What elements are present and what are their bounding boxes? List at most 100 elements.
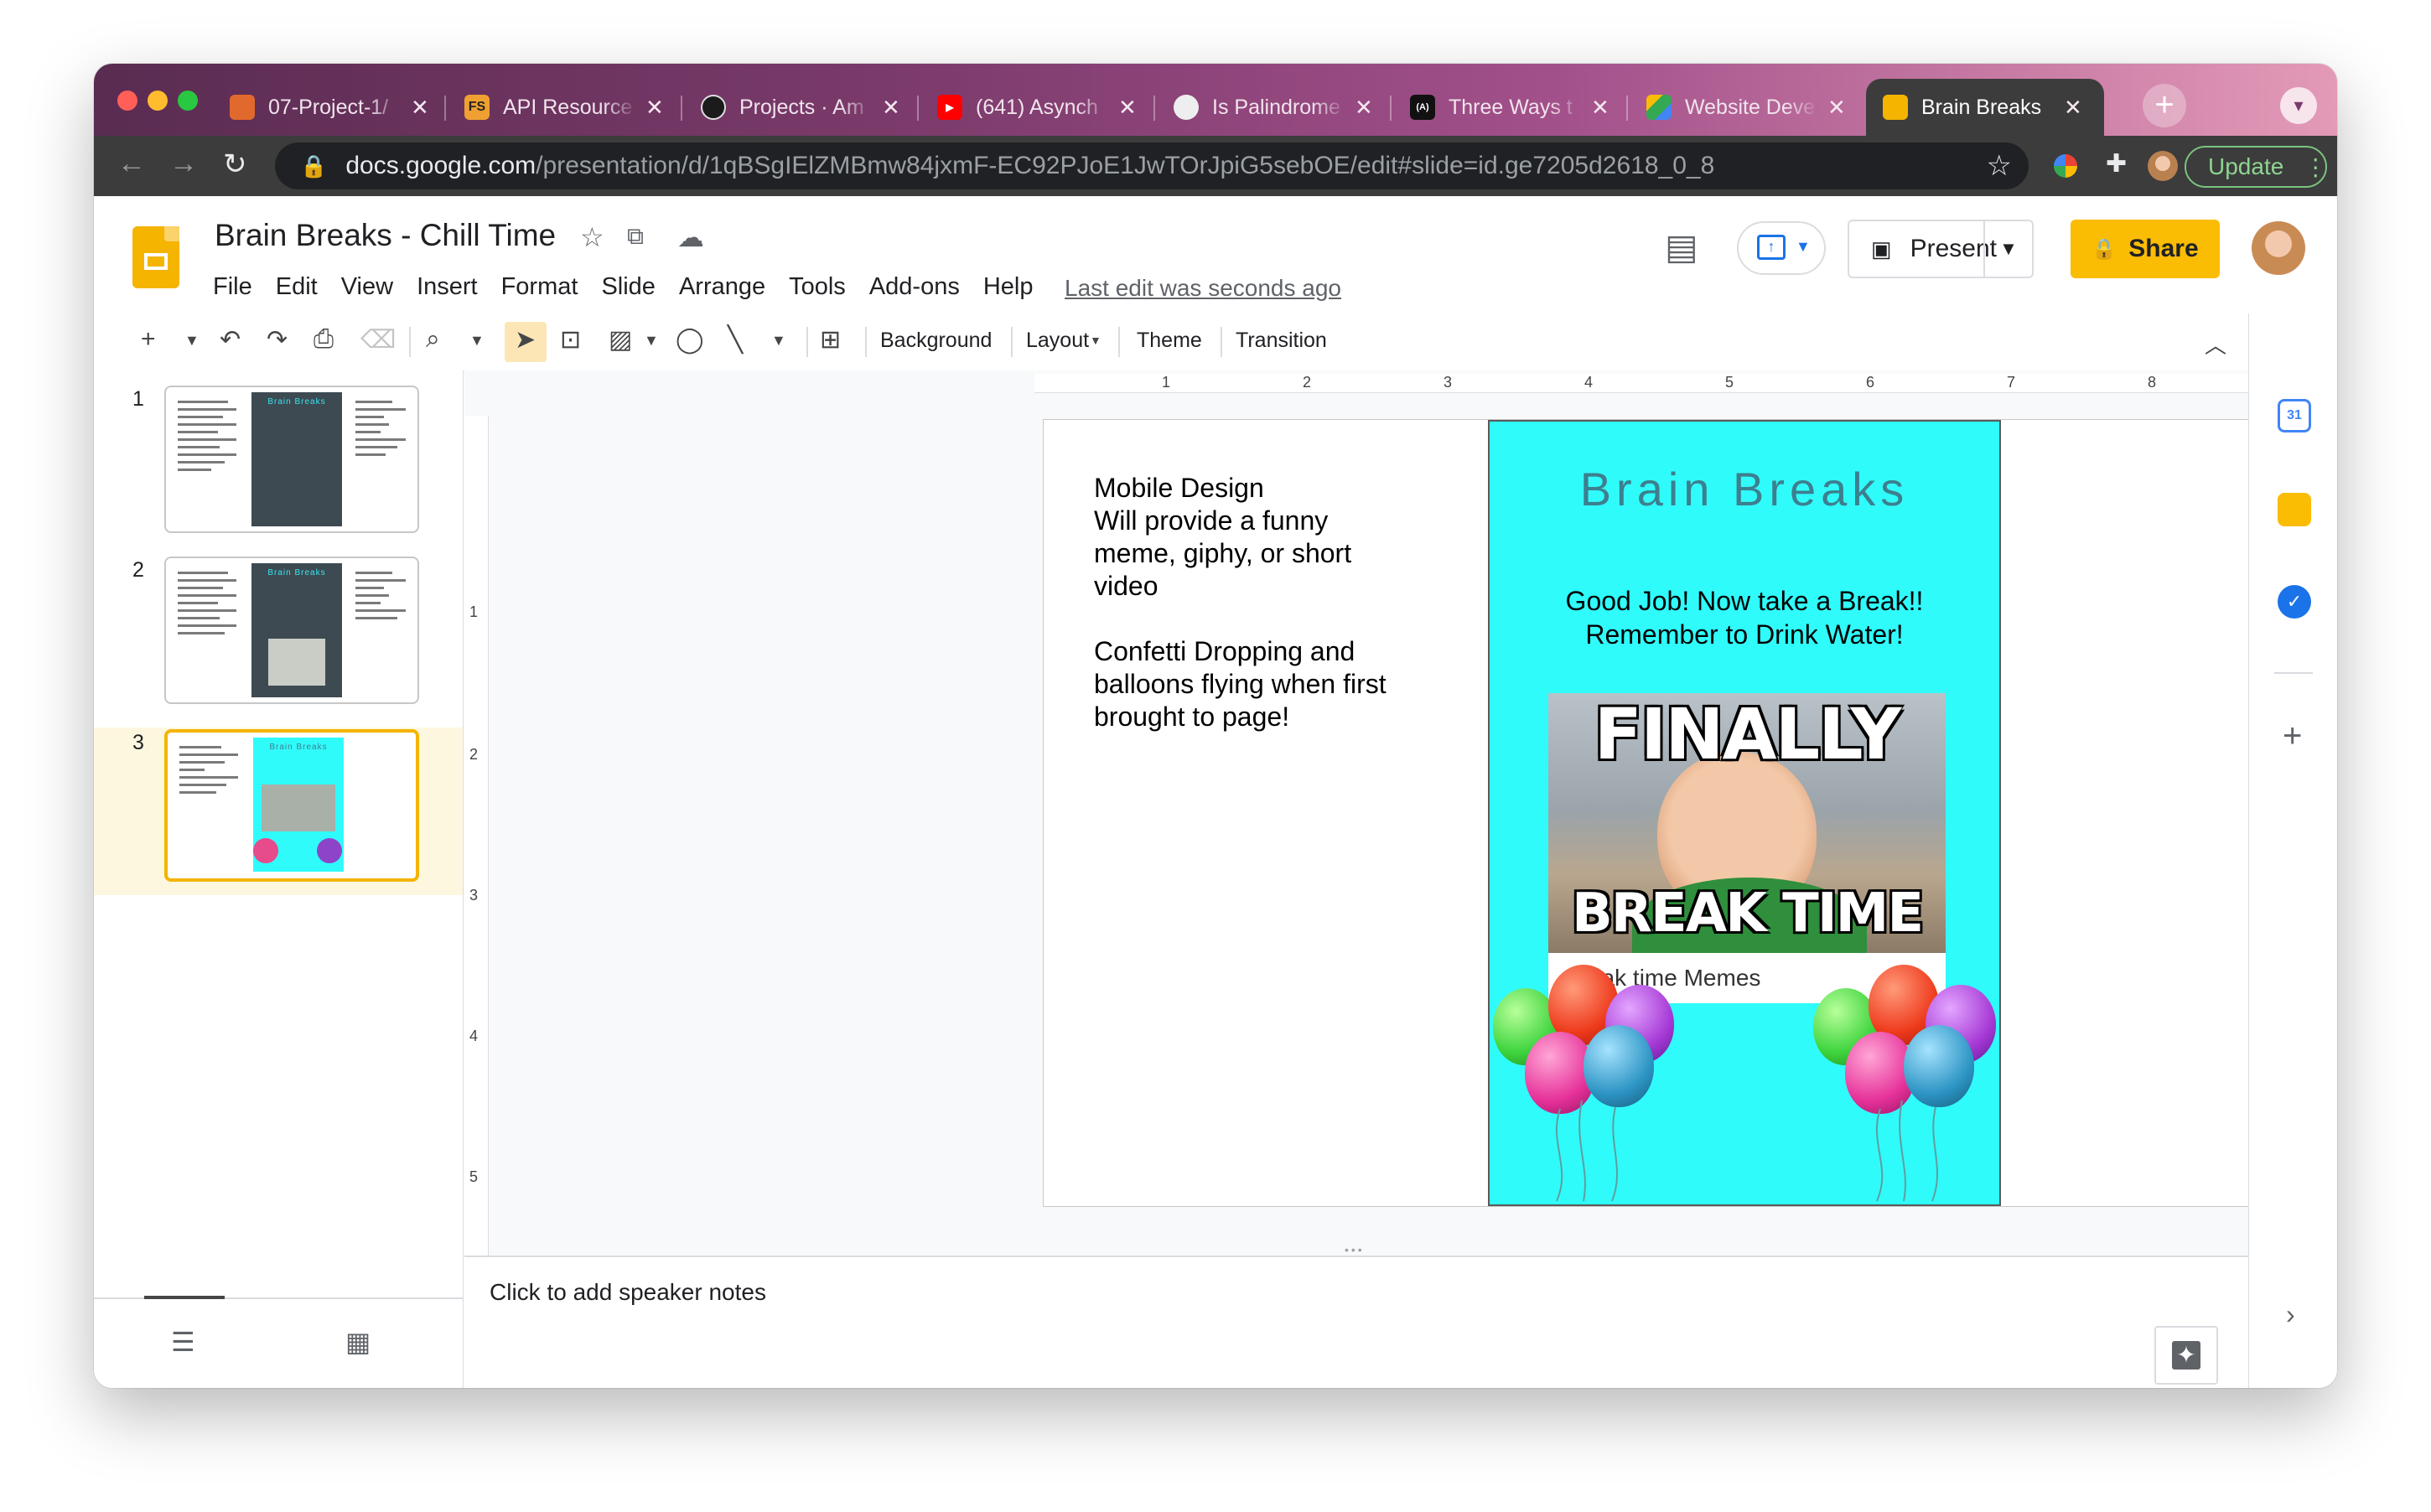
document-title[interactable]: Brain Breaks - Chill Time bbox=[215, 218, 556, 253]
chevron-down-icon[interactable]: ▼ bbox=[184, 332, 200, 350]
menu-help[interactable]: Help bbox=[983, 273, 1034, 301]
tab-search-icon[interactable]: ▾ bbox=[2280, 87, 2317, 124]
browser-tab-active[interactable]: Brain Breaks ✕ bbox=[1866, 79, 2104, 136]
expand-panel-chevron-icon[interactable]: › bbox=[2286, 1299, 2295, 1330]
close-tab-icon[interactable]: ✕ bbox=[882, 95, 900, 121]
add-addon-plus-icon[interactable]: + bbox=[2283, 717, 2302, 755]
slide-number: 3 bbox=[132, 731, 144, 754]
editing-toolbar: + ▼ ↶ ↷ ⎙ ⌫ ⌕ ▼ ➤ ⊡ ▨ ▼ ◯ ╲ ▼ ⊞ Backgrou… bbox=[94, 313, 2248, 371]
phone-mockup[interactable]: Brain Breaks Good Job! Now take a Break!… bbox=[1488, 420, 2001, 1206]
menu-slide[interactable]: Slide bbox=[601, 273, 656, 301]
minimize-window-button[interactable] bbox=[148, 91, 168, 111]
undo-icon[interactable]: ↶ bbox=[220, 325, 241, 355]
background-button[interactable]: Background bbox=[880, 329, 992, 353]
slide-text-box[interactable]: Mobile Design Will provide a funny meme,… bbox=[1094, 472, 1387, 733]
menu-tools[interactable]: Tools bbox=[789, 273, 846, 301]
shape-icon[interactable]: ◯ bbox=[676, 325, 704, 355]
last-edit-link[interactable]: Last edit was seconds ago bbox=[1065, 275, 1341, 302]
extensions-puzzle-icon[interactable]: ✚ bbox=[2106, 149, 2127, 179]
notes-resize-handle[interactable]: ••• bbox=[1345, 1244, 1378, 1256]
add-comment-icon[interactable]: ⊞ bbox=[820, 325, 841, 355]
share-button[interactable]: 🔒 Share bbox=[2071, 220, 2220, 278]
collapse-toolbar-icon[interactable]: ︿ bbox=[2205, 329, 2226, 360]
present-button[interactable]: ▣ Present ▼ bbox=[1848, 220, 2034, 278]
slide-thumbnail-selected[interactable]: Brain Breaks bbox=[164, 729, 419, 882]
meme-image[interactable]: FINALLY BREAK TIME bbox=[1548, 693, 1946, 953]
browser-tab[interactable]: Projects · Am ✕ bbox=[684, 79, 919, 136]
lock-icon[interactable]: 🔒 bbox=[300, 153, 327, 179]
close-tab-icon[interactable]: ✕ bbox=[645, 95, 664, 121]
update-button[interactable]: Update ⋮ bbox=[2185, 146, 2327, 188]
close-tab-icon[interactable]: ✕ bbox=[2064, 95, 2082, 121]
speaker-notes-placeholder[interactable]: Click to add speaker notes bbox=[490, 1279, 766, 1306]
menu-addons[interactable]: Add-ons bbox=[869, 273, 960, 301]
url-bar[interactable]: 🔒 docs.google.com/presentation/d/1qBSgIE… bbox=[275, 142, 2029, 189]
chevron-down-icon[interactable]: ▼ bbox=[644, 332, 659, 350]
horizontal-ruler[interactable]: 1 2 3 4 5 6 7 8 9 bbox=[1034, 374, 2337, 393]
zoom-icon[interactable]: ⌕ bbox=[426, 325, 440, 354]
bookmark-star-icon[interactable]: ☆ bbox=[1987, 149, 2012, 183]
print-icon[interactable]: ⎙ bbox=[314, 325, 334, 354]
maximize-window-button[interactable] bbox=[178, 91, 198, 111]
slides-logo-icon[interactable] bbox=[132, 226, 179, 288]
browser-tab[interactable]: Website Deve ✕ bbox=[1630, 79, 1864, 136]
thumbnail-title: Brain Breaks bbox=[267, 568, 326, 577]
slide-thumbnail[interactable]: Brain Breaks bbox=[164, 557, 419, 704]
chevron-down-icon[interactable]: ▼ bbox=[1090, 334, 1101, 347]
close-tab-icon[interactable]: ✕ bbox=[1118, 95, 1137, 121]
menu-file[interactable]: File bbox=[213, 273, 252, 301]
back-icon[interactable]: ← bbox=[117, 148, 146, 180]
line-icon[interactable]: ╲ bbox=[728, 325, 743, 355]
menu-format[interactable]: Format bbox=[501, 273, 578, 301]
menu-view[interactable]: View bbox=[341, 273, 393, 301]
layout-button[interactable]: Layout bbox=[1026, 329, 1089, 353]
menu-insert[interactable]: Insert bbox=[417, 273, 478, 301]
move-folder-icon[interactable]: ⧉ bbox=[627, 223, 644, 251]
current-slide[interactable]: Mobile Design Will provide a funny meme,… bbox=[1043, 419, 2337, 1207]
menu-edit[interactable]: Edit bbox=[276, 273, 318, 301]
browser-tab[interactable]: 07-Project-1/ ✕ bbox=[213, 79, 446, 136]
new-slide-button[interactable]: ↑ ▼ bbox=[1737, 221, 1826, 275]
forward-icon[interactable]: → bbox=[169, 148, 198, 180]
explore-button[interactable] bbox=[2154, 1326, 2218, 1385]
extension-color-icon[interactable] bbox=[2054, 154, 2077, 178]
close-window-button[interactable] bbox=[117, 91, 137, 111]
image-icon[interactable]: ▨ bbox=[609, 325, 632, 355]
browser-tab[interactable]: ▶ (641) Asynch ✕ bbox=[920, 79, 1155, 136]
chevron-down-icon[interactable]: ▼ bbox=[771, 332, 786, 350]
reload-icon[interactable]: ↻ bbox=[223, 148, 247, 181]
tasks-icon[interactable]: ✓ bbox=[2278, 585, 2311, 619]
chevron-down-icon[interactable]: ▼ bbox=[469, 332, 485, 350]
theme-button[interactable]: Theme bbox=[1137, 329, 1202, 353]
star-icon[interactable]: ☆ bbox=[580, 221, 604, 253]
profile-avatar-small[interactable] bbox=[2148, 151, 2178, 181]
present-options-dropdown[interactable]: ▼ bbox=[1983, 221, 2032, 277]
new-item-plus-icon[interactable]: + bbox=[141, 325, 156, 354]
grid-view-icon[interactable]: ▦ bbox=[345, 1326, 371, 1358]
transition-button[interactable]: Transition bbox=[1236, 329, 1327, 353]
text-box-icon[interactable]: ⊡ bbox=[560, 325, 581, 355]
redo-icon[interactable]: ↷ bbox=[267, 325, 288, 355]
browser-tab[interactable]: Is Palindrome ✕ bbox=[1157, 79, 1392, 136]
browser-tab[interactable]: (A) Three Ways t ✕ bbox=[1393, 79, 1628, 136]
comments-icon[interactable]: ▤ bbox=[1665, 226, 1698, 267]
select-cursor-icon[interactable]: ➤ bbox=[515, 325, 536, 355]
close-tab-icon[interactable]: ✕ bbox=[1827, 95, 1846, 121]
paint-format-icon[interactable]: ⌫ bbox=[360, 325, 396, 355]
menu-arrange[interactable]: Arrange bbox=[679, 273, 765, 301]
keep-icon[interactable] bbox=[2278, 493, 2311, 526]
google-slides-icon bbox=[1883, 95, 1908, 120]
close-tab-icon[interactable]: ✕ bbox=[1591, 95, 1609, 121]
speaker-notes[interactable]: Click to add speaker notes bbox=[464, 1256, 2248, 1388]
lock-icon: 🔒 bbox=[2091, 237, 2117, 261]
close-tab-icon[interactable]: ✕ bbox=[411, 95, 429, 121]
vertical-ruler[interactable]: 1 2 3 4 5 bbox=[464, 416, 489, 1256]
calendar-icon[interactable]: 31 bbox=[2278, 399, 2311, 432]
browser-tab[interactable]: FS API Resource ✕ bbox=[448, 79, 682, 136]
slide-thumbnail[interactable]: Brain Breaks bbox=[164, 386, 419, 533]
list-view-icon[interactable]: ☰ bbox=[171, 1326, 195, 1358]
new-tab-button[interactable]: + bbox=[2143, 84, 2186, 127]
close-tab-icon[interactable]: ✕ bbox=[1355, 95, 1373, 121]
account-avatar[interactable] bbox=[2252, 221, 2305, 275]
cloud-status-icon[interactable]: ☁ bbox=[677, 221, 704, 253]
